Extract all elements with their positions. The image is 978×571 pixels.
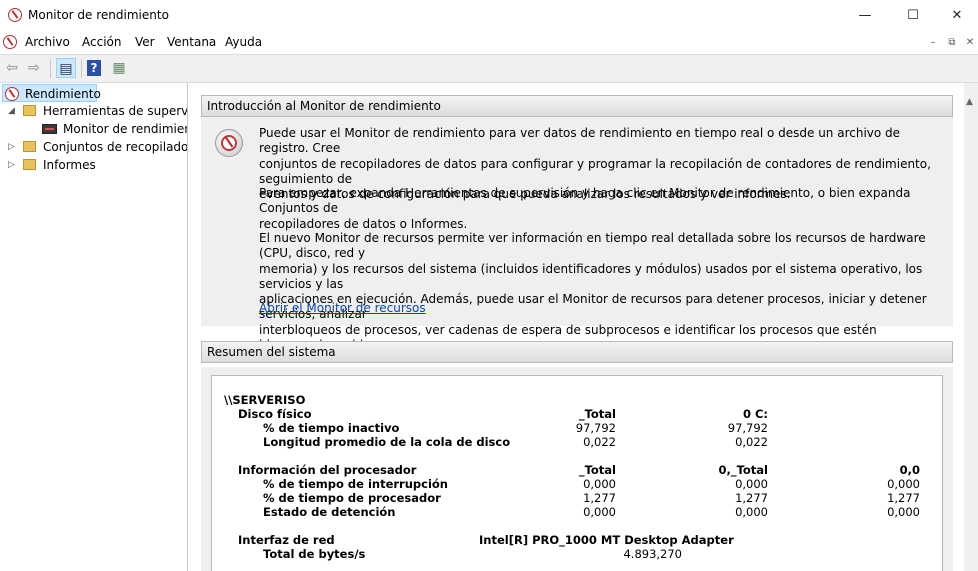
system-summary-box: \\SERVERISO Disco físico _Total 0 C: % d… (211, 375, 943, 571)
open-resource-monitor-link[interactable]: Abrir el Monitor de recursos (259, 301, 426, 315)
expand-chevron-icon[interactable]: ▷ (8, 138, 18, 156)
help-icon[interactable]: ? (87, 60, 101, 76)
cpu-row-value: 0,000 (887, 505, 920, 519)
cpu-row-value: 0,000 (735, 505, 768, 519)
vertical-scrollbar[interactable]: ▲ (964, 83, 978, 571)
toolbar-separator (81, 59, 82, 78)
intro-paragraph-2: Para empezar, expanda Herramientas de su… (259, 186, 941, 232)
forward-arrow-icon[interactable]: ⇨ (24, 58, 44, 78)
cpu-col-0-0: 0,0 (899, 463, 920, 477)
tree-item-informes[interactable]: ▷ Informes (8, 156, 187, 174)
disk-row-label: % de tiempo inactivo (263, 421, 400, 435)
mdi-minimize-button[interactable]: – (925, 35, 941, 51)
cpu-row-value: 0,000 (583, 477, 616, 491)
cpu-col-total: _Total (578, 463, 616, 477)
expand-chevron-icon[interactable]: ▷ (8, 156, 18, 174)
tree-item-label: Herramientas de supervisión (43, 104, 188, 118)
disk-row-value: 0,022 (735, 435, 768, 449)
toolbar-separator (50, 59, 51, 78)
net-row-value: 4.893,270 (623, 547, 682, 561)
summary-panel-title: Resumen del sistema (207, 345, 336, 359)
minimize-button[interactable]: — (842, 0, 888, 31)
menu-ver[interactable]: Ver (135, 35, 155, 49)
cpu-row-value: 0,000 (735, 477, 768, 491)
console-tree: Rendimiento ◢ Herramientas de supervisió… (0, 83, 188, 571)
cpu-row-value: 1,277 (887, 491, 920, 505)
intro-panel-title: Introducción al Monitor de rendimiento (207, 99, 441, 113)
cpu-col-0-total: 0,_Total (718, 463, 768, 477)
cpu-row-value: 0,000 (887, 477, 920, 491)
tree-item-label: Informes (43, 158, 96, 172)
window-title: Monitor de rendimiento (28, 8, 169, 22)
performance-monitor-icon (215, 129, 243, 157)
menu-archivo[interactable]: Archivo (25, 35, 70, 49)
intro-panel-header[interactable]: Introducción al Monitor de rendimiento (201, 95, 953, 117)
tree-item-label: Rendimiento (25, 87, 101, 101)
disk-col-0c: 0 C: (742, 407, 768, 421)
disk-row-value: 97,792 (575, 421, 616, 435)
disk-row-label: Longitud promedio de la cola de disco (263, 435, 511, 449)
toolbar: ⇦ ⇨ ▤ ? ▦ (0, 54, 978, 83)
tree-item-label: Conjuntos de recopiladores de datos (43, 140, 188, 154)
text-line: conjuntos de recopiladores de datos para… (259, 156, 931, 186)
net-row-label: Total de bytes/s (263, 547, 366, 561)
text-line: Puede usar el Monitor de rendimiento par… (259, 126, 901, 156)
cpu-row-label: % de tiempo de interrupción (263, 477, 448, 491)
summary-panel-body: \\SERVERISO Disco físico _Total 0 C: % d… (201, 367, 953, 571)
collapse-chevron-icon[interactable]: ◢ (8, 102, 18, 120)
mdi-document-icon[interactable] (3, 35, 17, 49)
menu-ventana[interactable]: Ventana (167, 35, 216, 49)
close-button[interactable]: ✕ (934, 0, 978, 31)
cpu-row-value: 0,000 (583, 505, 616, 519)
title-bar: Monitor de rendimiento — ☐ ✕ (0, 0, 978, 31)
folder-icon (23, 159, 36, 170)
tree-item-herramientas[interactable]: ◢ Herramientas de supervisión (8, 102, 188, 120)
chart-monitor-icon (42, 124, 57, 134)
disk-row-value: 0,022 (583, 435, 616, 449)
menu-bar: Archivo Acción Ver Ventana Ayuda – ⧉ ✕ (0, 31, 978, 53)
text-line: memoria) y los recursos del sistema (inc… (259, 261, 923, 291)
scroll-up-arrow-icon[interactable]: ▲ (966, 97, 973, 107)
cpu-row-value: 1,277 (583, 491, 616, 505)
content-pane: Introducción al Monitor de rendimiento P… (191, 83, 964, 571)
text-line: recopiladores de datos o Informes. (259, 216, 468, 231)
folder-icon (23, 141, 36, 152)
summary-panel-header[interactable]: Resumen del sistema (201, 341, 953, 363)
mdi-restore-button[interactable]: ⧉ (944, 35, 960, 51)
disk-section-title: Disco físico (238, 407, 312, 421)
disk-row-value: 97,792 (727, 421, 768, 435)
menu-accion[interactable]: Acción (82, 35, 121, 49)
show-hide-console-tree-icon[interactable]: ▤ (56, 58, 76, 78)
tree-item-monitor-de-rendimiento[interactable]: Monitor de rendimiento (40, 120, 187, 138)
mdi-close-button[interactable]: ✕ (962, 35, 978, 51)
net-section-title: Interfaz de red (238, 533, 335, 547)
tree-item-conjuntos[interactable]: ▷ Conjuntos de recopiladores de datos (8, 138, 188, 156)
net-col-adapter: Intel[R] PRO_1000 MT Desktop Adapter (479, 533, 734, 547)
tree-item-label: Monitor de rendimiento (63, 122, 187, 136)
cpu-section-title: Información del procesador (238, 463, 417, 477)
disk-col-total: _Total (578, 407, 616, 421)
maximize-button[interactable]: ☐ (890, 0, 936, 31)
text-line: Para empezar, expanda Herramientas de su… (259, 186, 911, 216)
back-arrow-icon[interactable]: ⇦ (2, 58, 22, 78)
cpu-row-label: % de tiempo de procesador (263, 491, 441, 505)
server-name: \\SERVERISO (224, 393, 306, 407)
properties-icon[interactable]: ▦ (109, 58, 129, 78)
folder-icon (23, 105, 36, 116)
tree-item-rendimiento[interactable]: Rendimiento (2, 84, 101, 102)
performance-icon (5, 87, 19, 101)
text-line: El nuevo Monitor de recursos permite ver… (259, 231, 926, 261)
performance-monitor-app-icon[interactable] (8, 8, 22, 22)
intro-paragraph-3: El nuevo Monitor de recursos permite ver… (259, 231, 941, 353)
cpu-row-value: 1,277 (735, 491, 768, 505)
cpu-row-label: Estado de detención (263, 505, 396, 519)
menu-ayuda[interactable]: Ayuda (225, 35, 262, 49)
intro-panel-body: Puede usar el Monitor de rendimiento par… (201, 117, 953, 352)
